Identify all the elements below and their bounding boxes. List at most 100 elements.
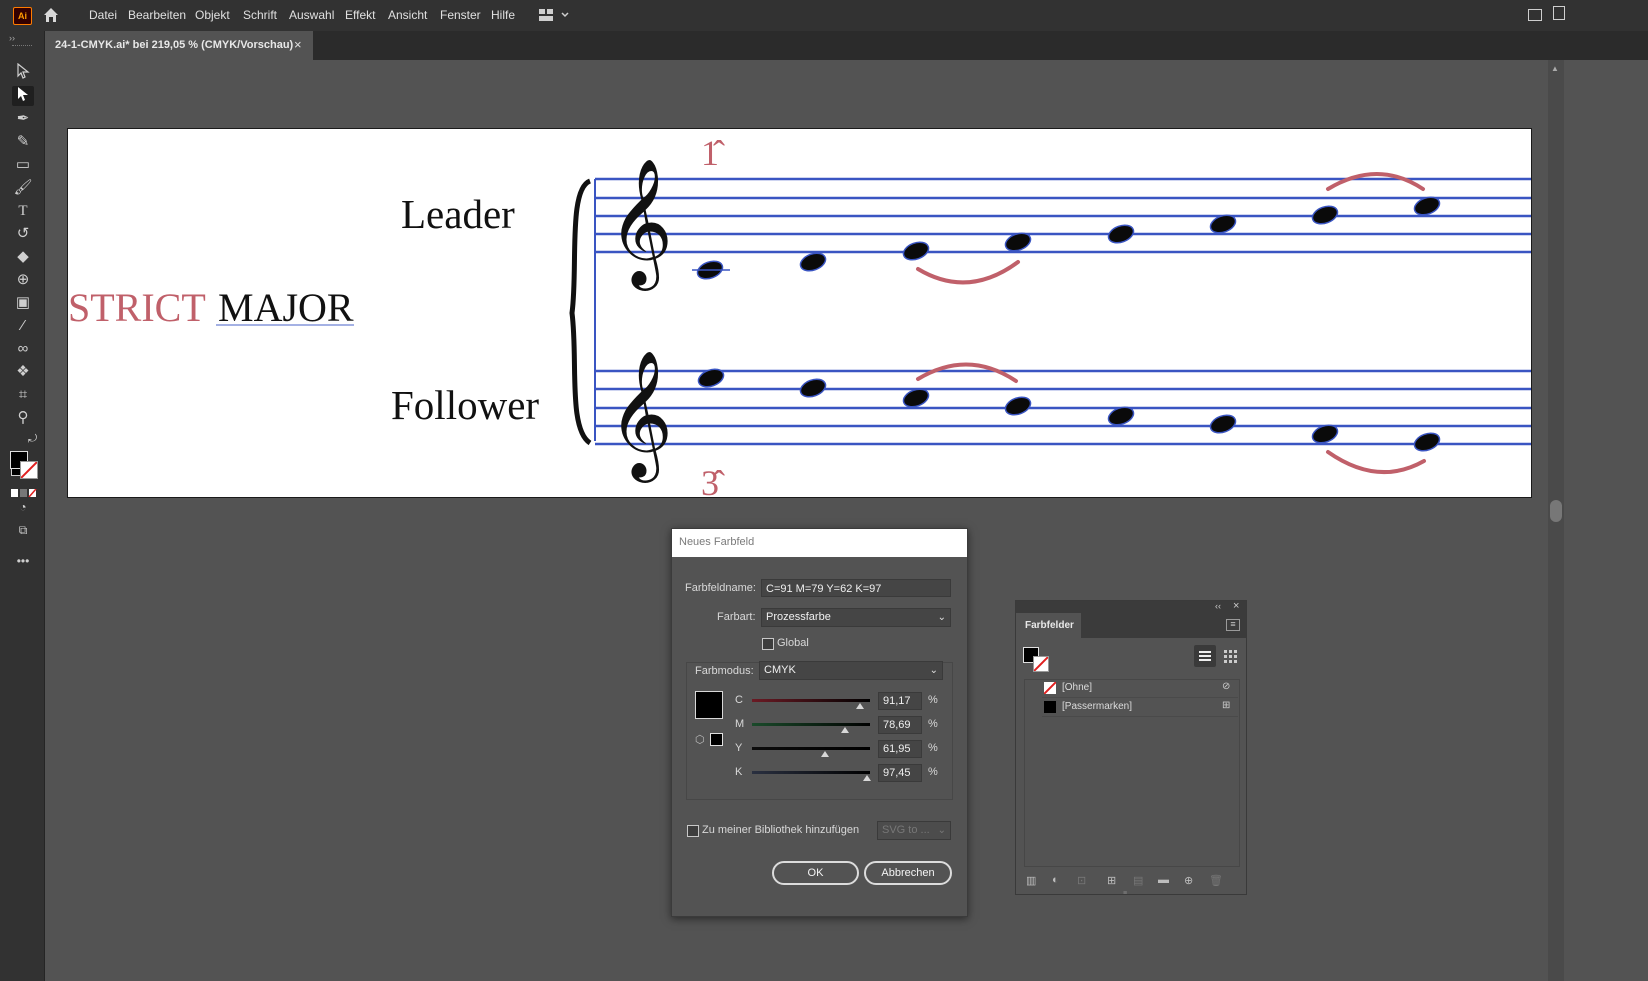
vertical-scrollbar[interactable]: ▲ [1548, 60, 1564, 981]
delete-swatch-icon[interactable]: 🗑 [1209, 874, 1223, 887]
swatch-name: [Passermarken] [1062, 701, 1133, 712]
channel-value-field[interactable]: 78,69 [878, 716, 922, 734]
tab-farbfelder[interactable]: Farbfelder [1016, 613, 1081, 638]
document-tab-bar: 24-1-CMYK.ai* bei 219,05 % (CMYK/Vorscha… [45, 31, 1648, 60]
color-mode-select[interactable]: CMYK ⌄ [759, 661, 943, 680]
menu-schrift[interactable]: Schrift [243, 0, 277, 31]
window-restore-icon[interactable] [1553, 6, 1565, 20]
web-safe-color-swatch[interactable] [710, 733, 723, 746]
curvature-tool-icon[interactable]: ✎ [12, 132, 34, 152]
scroll-up-icon[interactable]: ▲ [1551, 64, 1559, 73]
menu-effekt[interactable]: Effekt [345, 0, 375, 31]
artboard-tool-icon[interactable]: ⌗ [12, 385, 34, 405]
panel-grip[interactable] [12, 45, 32, 46]
slurs [916, 172, 1426, 475]
channel-slider-track[interactable] [752, 747, 870, 750]
ok-button[interactable]: OK [772, 861, 859, 885]
swatch-row-registration[interactable]: [Passermarken] ⊞ [1042, 698, 1238, 717]
out-of-gamut-cube-icon[interactable]: ⬡ [695, 733, 705, 746]
resize-grip[interactable]: ≡ [1123, 890, 1127, 897]
document-tab[interactable]: 24-1-CMYK.ai* bei 219,05 % (CMYK/Vorscha… [45, 31, 313, 60]
eyedropper-tool-icon[interactable]: ⁄ [12, 316, 34, 336]
new-color-group-icon[interactable]: ▬ [1158, 874, 1169, 886]
workspace-switcher-icon[interactable] [538, 8, 570, 22]
home-icon[interactable] [42, 6, 60, 24]
color-type-select[interactable]: Prozessfarbe ⌄ [761, 608, 951, 627]
channel-slider-thumb[interactable] [841, 727, 849, 733]
more-tools-icon[interactable]: ••• [12, 551, 34, 571]
panel-collapse-icon[interactable]: ›› [9, 33, 15, 43]
channel-value-field[interactable]: 91,17 [878, 692, 922, 710]
type-tool-icon[interactable]: T [12, 201, 34, 221]
non-editable-icon: ⊘ [1222, 681, 1231, 692]
collapse-panel-icon[interactable]: ‹‹ [1215, 601, 1221, 611]
channel-slider-thumb[interactable] [856, 703, 864, 709]
zoom-tool-icon[interactable]: ⚲ [12, 408, 34, 428]
gradient-tool-icon[interactable]: ▣ [12, 293, 34, 313]
treble-clef-lower: 𝄞 [608, 349, 673, 483]
scrollbar-thumb[interactable] [1550, 500, 1562, 522]
arrange-documents-icon[interactable] [1528, 9, 1542, 21]
dialog-titlebar[interactable]: Neues Farbfeld [672, 529, 967, 557]
panel-menu-icon[interactable]: ≡ [1226, 619, 1240, 631]
chevron-down-icon: ⌄ [937, 825, 946, 836]
list-view-icon[interactable] [1194, 645, 1216, 667]
color-mode-icon[interactable] [11, 486, 37, 498]
draw-mode-icon[interactable]: ◔ [12, 497, 34, 517]
channel-slider-track[interactable] [752, 723, 870, 726]
close-tab-icon[interactable]: × [294, 37, 302, 52]
channel-slider-thumb[interactable] [863, 775, 871, 781]
selection-tool-icon[interactable] [12, 62, 34, 83]
swatch-libraries-icon[interactable]: ▥ [1026, 874, 1036, 887]
menu-objekt[interactable]: Objekt [195, 0, 230, 31]
channel-slider-track[interactable] [752, 699, 870, 702]
stroke-none-icon[interactable] [20, 461, 38, 479]
label-follower: Follower [391, 382, 539, 428]
color-type-value: Prozessfarbe [766, 611, 831, 623]
global-checkbox[interactable] [762, 638, 774, 650]
swatch-none-chip [1044, 682, 1056, 694]
shape-builder-tool-icon[interactable]: ⊕ [12, 270, 34, 290]
global-label: Global [777, 637, 809, 649]
channel-value-field[interactable]: 97,45 [878, 764, 922, 782]
menu-datei[interactable]: Datei [89, 0, 117, 31]
swatch-name-field[interactable]: C=91 M=79 Y=62 K=97 [761, 579, 951, 597]
lower-notes [697, 368, 1441, 452]
rectangle-tool-icon[interactable]: ▭ [12, 155, 34, 175]
cancel-button[interactable]: Abbrechen [864, 861, 952, 885]
paintbrush-tool-icon[interactable]: 🖌 [12, 178, 34, 198]
swatch-row-none[interactable]: [Ohne] ⊘ [1042, 679, 1238, 698]
swatch-kind-icon[interactable]: ◐ [1052, 874, 1059, 886]
direct-selection-tool-icon[interactable] [12, 86, 34, 106]
menu-fenster[interactable]: Fenster [440, 0, 481, 31]
thumbnail-view-icon[interactable] [1219, 645, 1241, 667]
eraser-tool-icon[interactable]: ◆ [12, 247, 34, 267]
new-swatch-icon[interactable]: ⊕ [1184, 874, 1193, 887]
menu-bearbeiten[interactable]: Bearbeiten [128, 0, 186, 31]
channel-value-field[interactable]: 61,95 [878, 740, 922, 758]
panel-stroke-none-icon[interactable] [1033, 656, 1049, 672]
channel-unit: % [928, 694, 938, 706]
swap-colors-icon[interactable]: ⤾ [28, 433, 37, 446]
swatch-options-icon[interactable]: ▤ [1133, 874, 1143, 887]
color-group-icon[interactable]: ⊞ [1107, 874, 1116, 887]
system-brace [569, 178, 592, 446]
add-to-library-checkbox[interactable] [687, 825, 699, 837]
artboard[interactable]: STRICT MAJOR Leader Follower 1̂ 3̂ 𝄞 𝄞 [67, 128, 1532, 498]
menu-auswahl[interactable]: Auswahl [289, 0, 334, 31]
screen-mode-icon[interactable]: ⧉ [12, 520, 34, 540]
symbol-sprayer-tool-icon[interactable]: ❖ [12, 362, 34, 382]
scale-degree-bottom: 3̂ [701, 463, 725, 497]
menu-ansicht[interactable]: Ansicht [388, 0, 427, 31]
channel-slider-thumb[interactable] [821, 751, 829, 757]
add-to-library-icon[interactable]: ⊡ [1077, 874, 1086, 887]
menu-hilfe[interactable]: Hilfe [491, 0, 515, 31]
close-panel-icon[interactable]: × [1233, 600, 1239, 612]
channel-label: M [735, 718, 745, 730]
swatches-panel-titlebar[interactable]: ‹‹ × [1016, 600, 1246, 613]
blend-tool-icon[interactable]: ∞ [12, 339, 34, 359]
pen-tool-icon[interactable]: ✒ [12, 109, 34, 129]
rotate-tool-icon[interactable]: ↺ [12, 224, 34, 244]
library-select[interactable]: SVG to ... ⌄ [877, 821, 951, 840]
channel-slider-track[interactable] [752, 771, 870, 774]
